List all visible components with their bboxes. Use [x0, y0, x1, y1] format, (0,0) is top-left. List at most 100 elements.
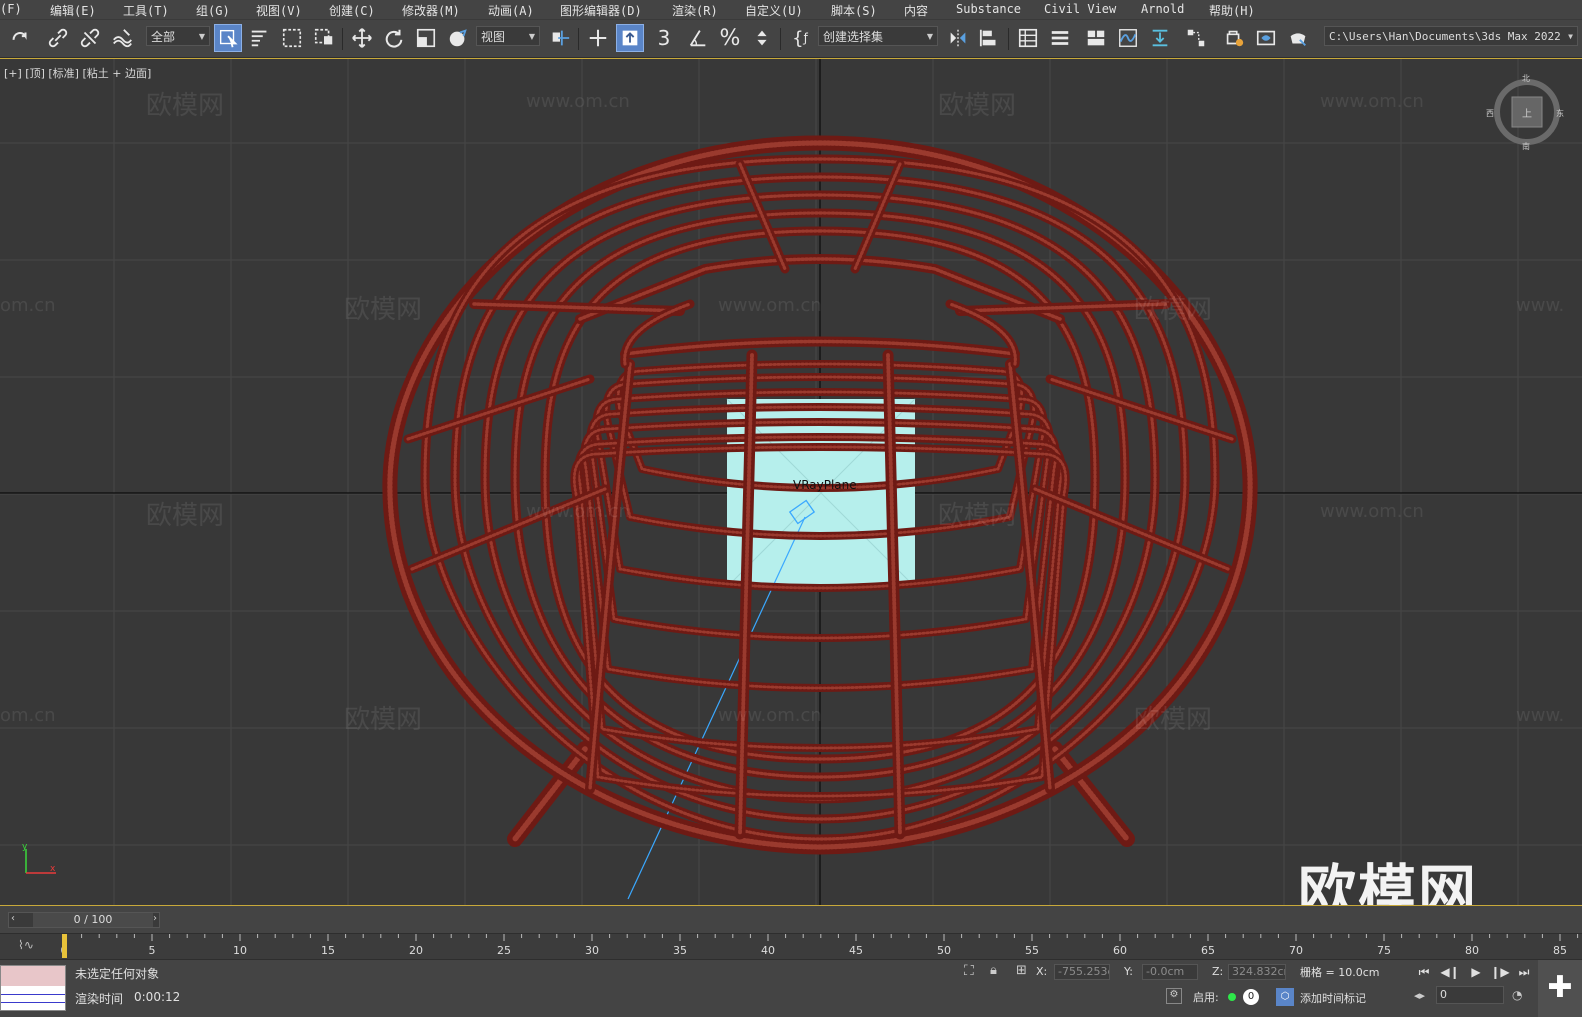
curve-editor-icon[interactable]: [1114, 24, 1142, 52]
go-to-start-icon[interactable]: ⏮: [1414, 963, 1434, 981]
window-crossing-icon[interactable]: [310, 24, 338, 52]
time-slider[interactable]: ‹ 0 / 100 ›: [8, 912, 160, 928]
schematic-view-icon[interactable]: [1182, 24, 1210, 52]
previous-frame-icon[interactable]: ◀❙: [1440, 963, 1460, 981]
select-by-name-icon[interactable]: [246, 24, 274, 52]
selection-filter-dropdown[interactable]: 全部 ▼: [146, 26, 210, 46]
place-icon[interactable]: [444, 24, 472, 52]
top-viewport[interactable]: VRayPlane y x 上北南东西 [+] [顶] [标准] [粘土 + 边面] …: [0, 58, 1582, 906]
angle-snap-icon[interactable]: [684, 24, 712, 52]
timeline-tick-label: 15: [321, 944, 335, 957]
add-button[interactable]: ✚: [1538, 960, 1582, 1017]
timeline-tick-label: 75: [1377, 944, 1391, 957]
lock-icon[interactable]: 🔒︎: [990, 963, 997, 978]
mirror-icon[interactable]: [944, 24, 972, 52]
isolate-selection-icon[interactable]: ⛶: [964, 963, 974, 979]
menu-item[interactable]: 自定义(U): [745, 2, 803, 19]
bind-space-warp-icon[interactable]: [108, 24, 136, 52]
keyboard-shortcut-override-button[interactable]: [616, 24, 644, 52]
menu-item[interactable]: 视图(V): [256, 2, 302, 19]
align-icon[interactable]: [976, 24, 1004, 52]
menu-item[interactable]: Arnold: [1141, 2, 1184, 16]
z-coordinate-field[interactable]: 324.832cm: [1228, 964, 1286, 980]
chevron-down-icon: ▼: [198, 31, 205, 41]
time-tag-icon[interactable]: ⬡: [1276, 988, 1294, 1006]
chevron-down-icon: ▼: [1568, 31, 1573, 41]
redo-icon[interactable]: [6, 24, 34, 52]
menu-item[interactable]: 内容: [904, 2, 928, 19]
timeline-tick-label: 60: [1113, 944, 1127, 957]
menu-item[interactable]: 组(G): [196, 2, 230, 19]
project-path-dropdown[interactable]: C:\Users\Han\Documents\3ds Max 2022 ▼: [1324, 26, 1578, 46]
frame-counter[interactable]: 0 / 100: [33, 913, 153, 927]
rect-selection-region-icon[interactable]: [278, 24, 306, 52]
dope-sheet-icon[interactable]: [1146, 24, 1174, 52]
maxscript-listener-mini[interactable]: [0, 965, 66, 1011]
pivot-center-icon[interactable]: [546, 24, 574, 52]
watermark-url: www.: [1516, 705, 1565, 726]
menu-item[interactable]: Substance: [956, 2, 1021, 16]
viewport-canvas: VRayPlane y x 上 北南 东 西: [0, 59, 1582, 905]
rotate-icon[interactable]: [380, 24, 408, 52]
current-time-marker[interactable]: [62, 934, 67, 958]
adaptive-degradation-icon[interactable]: ⚙: [1166, 988, 1182, 1004]
link-icon[interactable]: [44, 24, 72, 52]
toggle-ribbon-icon[interactable]: [1082, 24, 1110, 52]
selection-filter-value: 全部: [151, 29, 176, 44]
menu-item[interactable]: 动画(A): [488, 2, 534, 19]
snap-3d-icon[interactable]: 3: [650, 24, 678, 52]
menu-item[interactable]: Civil View: [1044, 2, 1116, 16]
rendered-frame-window-icon[interactable]: [1252, 24, 1280, 52]
enable-label: 启用:: [1193, 991, 1219, 1004]
chevron-down-icon: ▼: [528, 31, 535, 41]
reference-coordinate-dropdown[interactable]: 视图 ▼: [476, 26, 540, 46]
menu-item[interactable]: 修改器(M): [402, 2, 460, 19]
percent-snap-icon[interactable]: %: [716, 24, 744, 52]
viewport-label-menu[interactable]: [+] [顶] [标准] [粘土 + 边面]: [4, 65, 151, 81]
time-configuration-icon[interactable]: ◔: [1512, 988, 1522, 1002]
menu-item[interactable]: (F): [0, 2, 22, 16]
x-coordinate-field[interactable]: -755.253c: [1054, 964, 1110, 980]
go-to-end-icon[interactable]: ⏭: [1514, 963, 1534, 981]
menu-item[interactable]: 工具(T): [123, 2, 169, 19]
watermark-url: www.om.cn: [718, 295, 822, 316]
x-label: X:: [1036, 965, 1048, 978]
timeline-tick-label: 35: [673, 944, 687, 957]
menu-item[interactable]: 创建(C): [329, 2, 375, 19]
named-selection-sets-dropdown[interactable]: 创建选择集 ▼: [818, 26, 938, 46]
layer-explorer-icon[interactable]: [1046, 24, 1074, 52]
render-time-label: 渲染时间: [75, 992, 124, 1006]
menu-item[interactable]: 渲染(R): [672, 2, 718, 19]
y-coordinate-field[interactable]: -0.0cm: [1142, 964, 1198, 980]
menu-item[interactable]: 帮助(H): [1209, 2, 1255, 19]
spinner-snap-icon[interactable]: [748, 24, 776, 52]
enable-count-badge[interactable]: 0: [1243, 989, 1259, 1005]
move-icon[interactable]: [348, 24, 376, 52]
current-frame-input[interactable]: 0: [1436, 986, 1504, 1004]
scale-icon[interactable]: [412, 24, 440, 52]
select-manipulate-icon[interactable]: [584, 24, 612, 52]
chevron-right-icon[interactable]: ›: [153, 913, 157, 924]
render-production-icon[interactable]: [1284, 24, 1312, 52]
viewcube-top-label: 上: [1522, 108, 1532, 120]
scene-explorer-icon[interactable]: [1014, 24, 1042, 52]
absolute-mode-icon[interactable]: ⊞: [1016, 963, 1027, 978]
viewcube-north-label: 北: [1522, 74, 1530, 83]
timeline-ruler[interactable]: ⌇∿ 0510152025303540455055606570758085: [0, 933, 1582, 959]
watermark-text: 欧模网: [938, 501, 1017, 531]
render-setup-icon[interactable]: [1220, 24, 1248, 52]
menu-item[interactable]: 图形编辑器(D): [560, 2, 642, 19]
add-time-tag[interactable]: 添加时间标记: [1300, 990, 1366, 1006]
edit-named-selection-icon[interactable]: {ƒ: [786, 24, 814, 52]
next-frame-icon[interactable]: ❙▶: [1490, 963, 1510, 981]
timeline-tick-label: 40: [761, 944, 775, 957]
brand-watermark: 欧模网: [1298, 858, 1479, 906]
play-icon[interactable]: ▶: [1466, 963, 1486, 981]
axis-y-label: y: [22, 842, 28, 852]
chevron-left-icon[interactable]: ‹: [11, 913, 15, 924]
menu-item[interactable]: 编辑(E): [50, 2, 96, 19]
menu-item[interactable]: 脚本(S): [831, 2, 877, 19]
select-object-button[interactable]: [214, 24, 242, 52]
unlink-icon[interactable]: [76, 24, 104, 52]
key-mode-icon[interactable]: ◂▸: [1414, 989, 1425, 1002]
